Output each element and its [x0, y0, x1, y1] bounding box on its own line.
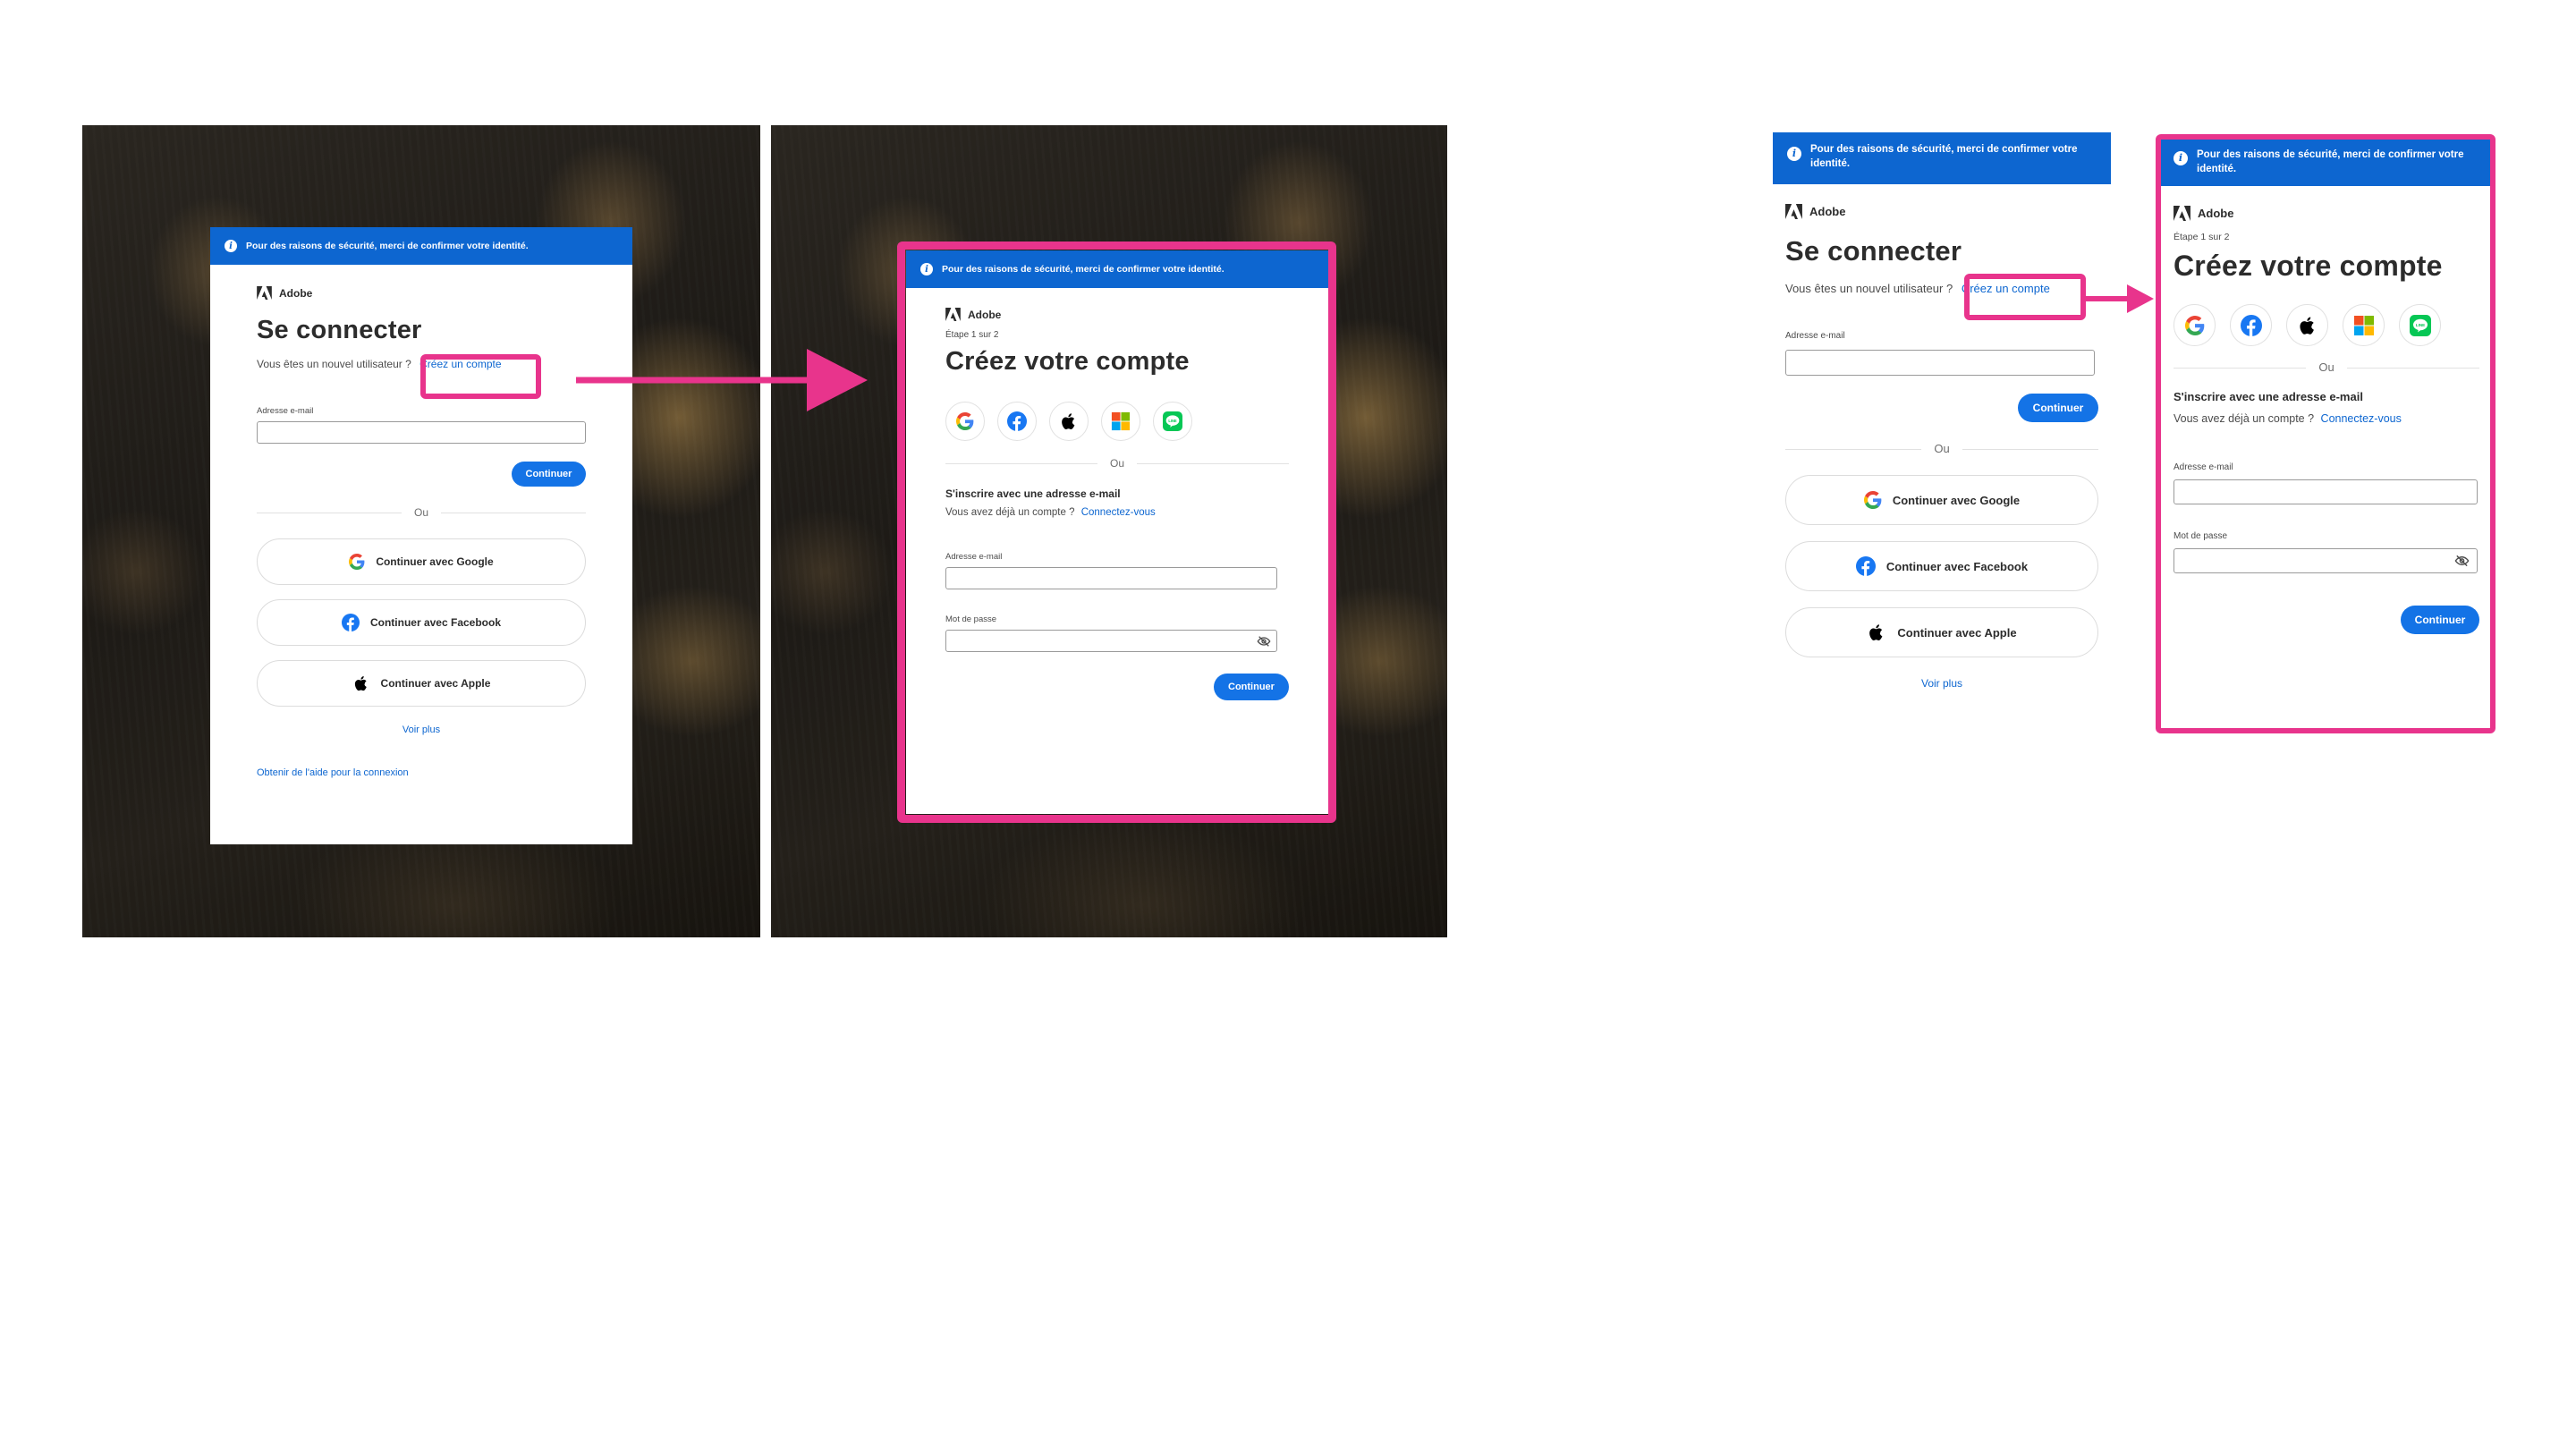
- help-link[interactable]: Obtenir de l'aide pour la connexion: [257, 767, 586, 778]
- email-field[interactable]: [257, 421, 586, 444]
- apple-label: Continuer avec Apple: [380, 677, 491, 690]
- arrow-right-icon: [576, 349, 868, 411]
- facebook-icon: [1856, 556, 1876, 576]
- see-more-link[interactable]: Voir plus: [1785, 677, 2098, 690]
- facebook-icon: [342, 614, 360, 631]
- security-banner: i Pour des raisons de sécurité, merci de…: [1773, 132, 2111, 184]
- google-label: Continuer avec Google: [1892, 493, 2021, 507]
- continue-apple-button[interactable]: Continuer avec Apple: [1785, 607, 2098, 657]
- continue-apple-button[interactable]: Continuer avec Apple: [257, 660, 586, 707]
- see-more-link[interactable]: Voir plus: [257, 724, 586, 735]
- continue-facebook-button[interactable]: Continuer avec Facebook: [257, 599, 586, 646]
- adobe-logo: Adobe: [257, 286, 586, 300]
- banner-text: Pour des raisons de sécurité, merci de c…: [246, 241, 529, 251]
- apple-icon: [352, 674, 370, 692]
- brand-name: Adobe: [1809, 205, 1846, 218]
- email-label: Adresse e-mail: [1785, 331, 1845, 341]
- arrow-right-icon: [2084, 284, 2154, 313]
- adobe-logo: Adobe: [1785, 204, 2098, 219]
- highlight-signup-mobile: [2156, 134, 2496, 733]
- google-label: Continuer avec Google: [376, 555, 494, 568]
- email-label: Adresse e-mail: [257, 406, 314, 416]
- banner-text: Pour des raisons de sécurité, merci de c…: [1810, 144, 2078, 169]
- or-label: Ou: [401, 506, 441, 519]
- signin-card-desktop: i Pour des raisons de sécurité, merci de…: [210, 227, 632, 844]
- highlight-create-account-desktop: [420, 354, 541, 399]
- or-divider: Ou: [1785, 442, 2098, 455]
- page-title: Se connecter: [1785, 235, 1962, 267]
- or-divider: Ou: [257, 506, 586, 519]
- adobe-logo-icon: [257, 286, 272, 300]
- continue-button[interactable]: Continuer: [512, 462, 586, 487]
- continue-facebook-button[interactable]: Continuer avec Facebook: [1785, 541, 2098, 591]
- google-icon: [349, 554, 365, 570]
- page-title: Se connecter: [257, 316, 422, 344]
- continue-google-button[interactable]: Continuer avec Google: [257, 538, 586, 585]
- highlight-create-account-mobile: [1964, 274, 2086, 320]
- or-label: Ou: [1921, 442, 1962, 455]
- google-icon: [1864, 491, 1882, 509]
- new-user-text: Vous êtes un nouvel utilisateur ?: [1785, 282, 1953, 295]
- adobe-logo-icon: [1785, 204, 1802, 219]
- info-icon: i: [225, 240, 237, 252]
- signin-card-mobile: i Pour des raisons de sécurité, merci de…: [1773, 132, 2111, 723]
- new-user-text: Vous êtes un nouvel utilisateur ?: [257, 358, 411, 370]
- continue-button[interactable]: Continuer: [2018, 394, 2098, 422]
- highlight-signup-desktop: [897, 242, 1336, 823]
- brand-name: Adobe: [279, 286, 313, 300]
- facebook-label: Continuer avec Facebook: [1885, 559, 2029, 573]
- facebook-label: Continuer avec Facebook: [369, 616, 502, 629]
- apple-label: Continuer avec Apple: [1897, 625, 2017, 640]
- apple-icon: [1867, 623, 1886, 642]
- security-banner: i Pour des raisons de sécurité, merci de…: [210, 227, 632, 265]
- info-icon: i: [1787, 147, 1801, 161]
- email-field[interactable]: [1785, 350, 2095, 376]
- continue-google-button[interactable]: Continuer avec Google: [1785, 475, 2098, 525]
